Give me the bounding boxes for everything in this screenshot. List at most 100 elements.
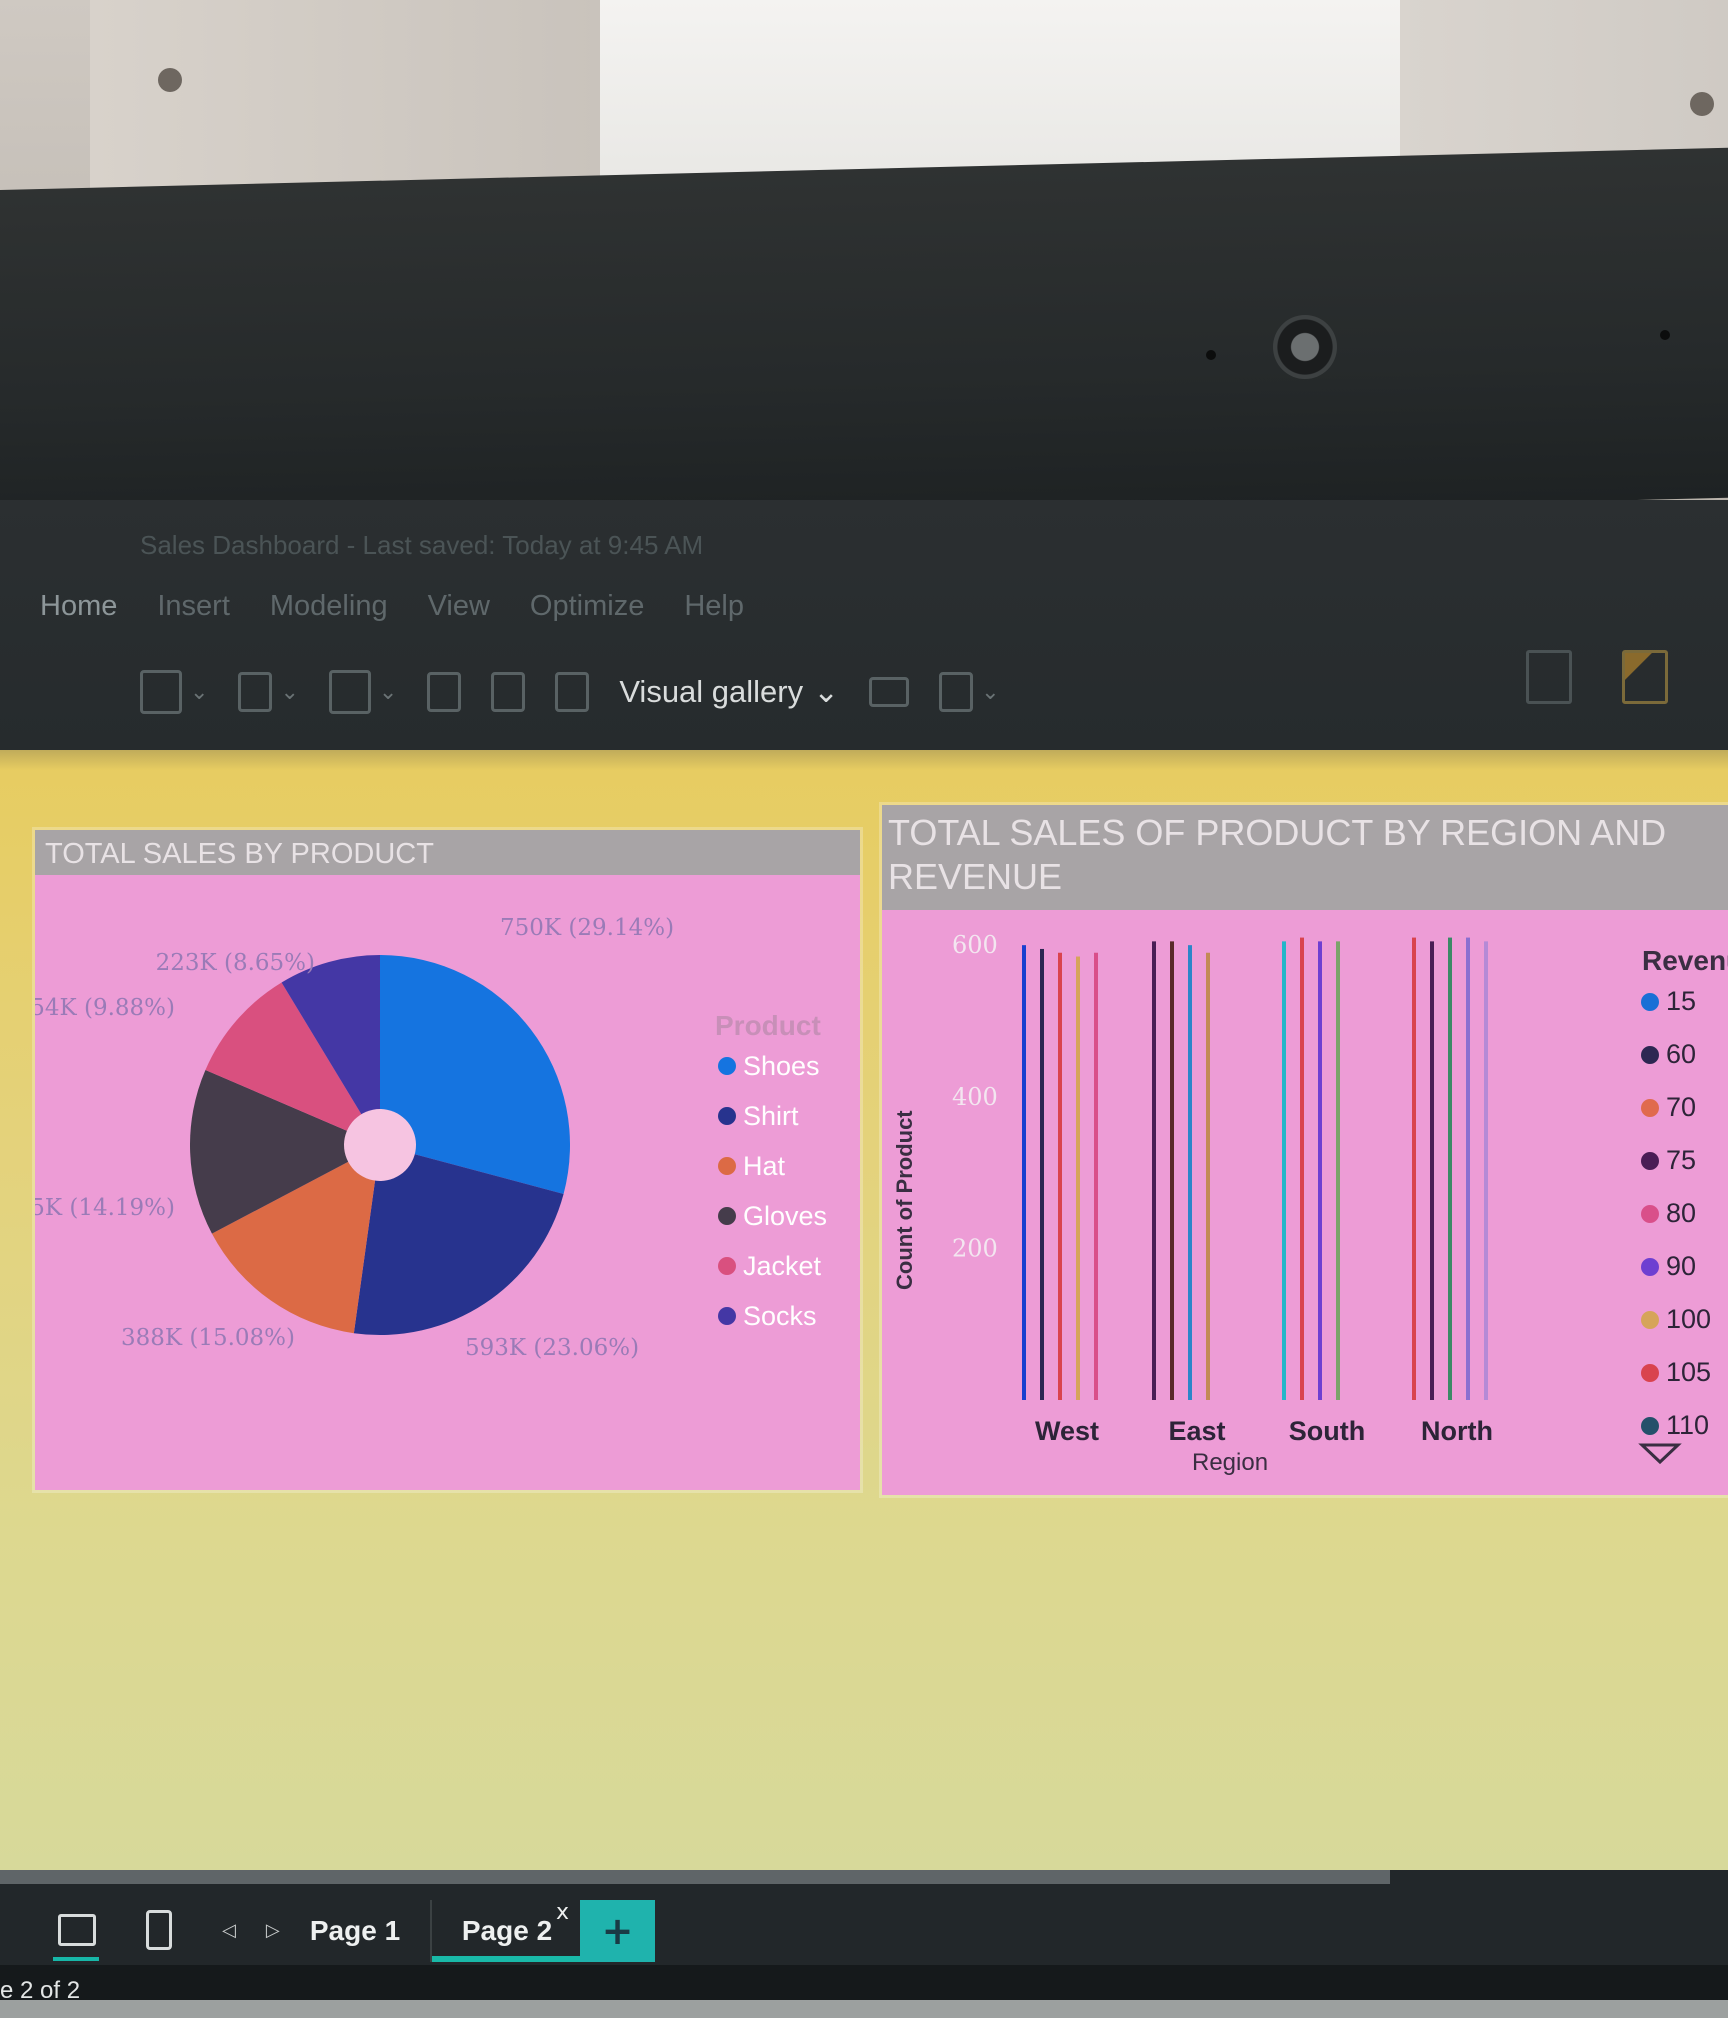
bar-east (1170, 941, 1174, 1400)
bar-legend-item: 105 (1666, 1357, 1711, 1387)
pie-data-label: 223K (8.65%) (156, 950, 315, 976)
x-axis-title: Region (1192, 1449, 1268, 1476)
app-window: Sales Dashboard - Last saved: Today at 9… (0, 500, 1728, 2018)
pie-visual-title: TOTAL SALES BY PRODUCT (35, 830, 860, 875)
camera-sensor-dot (1660, 330, 1670, 340)
active-tab-indicator (432, 1956, 582, 1962)
ribbon: Sales Dashboard - Last saved: Today at 9… (0, 500, 1728, 750)
previous-page-icon[interactable]: ◁ (222, 1920, 236, 1941)
textbox-icon[interactable] (869, 677, 910, 707)
bar-legend-item: 60 (1666, 1039, 1696, 1069)
pie-data-label: 254K (9.88%) (35, 995, 175, 1021)
bar-west (1076, 956, 1080, 1400)
menu-home[interactable]: Home (40, 590, 117, 623)
bar-visual-title-line2: REVENUE (888, 856, 1063, 897)
y-axis-title: Count of Product (892, 1110, 917, 1290)
pie-data-label: 365K (14.19%) (35, 1195, 175, 1221)
document-title: Sales Dashboard - Last saved: Today at 9… (140, 530, 704, 560)
file-icon[interactable] (238, 672, 273, 712)
y-tick-label: 600 (952, 931, 998, 959)
horizontal-scrollbar[interactable] (0, 1870, 1390, 1884)
bar-legend-item: 100 (1666, 1304, 1711, 1334)
legend-marker (718, 1307, 736, 1325)
bar-legend-item: 90 (1666, 1251, 1696, 1281)
bar-north (1466, 937, 1470, 1400)
bar-north (1484, 941, 1488, 1400)
bar-visual-title-line1: TOTAL SALES OF PRODUCT BY REGION AND (888, 812, 1667, 853)
bar-legend-item: 70 (1666, 1092, 1696, 1122)
desktop-view-icon[interactable] (53, 1914, 99, 1961)
legend-marker (1641, 1099, 1659, 1117)
bar-legend-title: Revenue (1642, 945, 1728, 976)
bar-east (1206, 952, 1210, 1400)
pie-legend-item: Shirt (743, 1101, 799, 1131)
bar-north (1412, 937, 1416, 1400)
legend-marker (1641, 1046, 1659, 1064)
filter-funnel-icon[interactable] (1638, 1443, 1682, 1465)
menu-bar: Home Insert Modeling View Optimize Help (40, 590, 744, 623)
new-measure-icon[interactable] (555, 672, 590, 712)
x-tick-label: West (1035, 1416, 1099, 1446)
menu-modeling[interactable]: Modeling (270, 590, 388, 623)
bar-visual-title: TOTAL SALES OF PRODUCT BY REGION AND REV… (882, 805, 1728, 910)
menu-insert[interactable]: Insert (157, 590, 230, 623)
pie-legend-item: Socks (743, 1301, 817, 1331)
bar-legend-item: 110 (1666, 1410, 1709, 1440)
table-icon[interactable] (328, 670, 371, 714)
legend-marker (1641, 993, 1659, 1011)
legend-marker (718, 1207, 736, 1225)
webcam (1273, 315, 1337, 379)
camera-sensor-dot (1206, 350, 1216, 360)
wall-screw (1690, 92, 1714, 116)
bar-east (1188, 945, 1192, 1400)
chevron-down-icon[interactable]: ⌄ (280, 680, 298, 705)
bar-south (1282, 941, 1286, 1400)
pie-legend-title: Product (715, 1010, 821, 1041)
bar-chart[interactable]: 200 400 600 West East South North 15 60 70 75 80 90… (882, 910, 1728, 1495)
legend-marker (718, 1157, 736, 1175)
bar-west (1094, 952, 1098, 1400)
publish-icon[interactable] (1622, 650, 1668, 704)
new-visual-icon[interactable] (491, 672, 526, 712)
menu-view[interactable]: View (428, 590, 490, 623)
legend-marker (1641, 1152, 1659, 1170)
pie-data-label: 750K (29.14%) (500, 915, 674, 941)
bar-south (1300, 937, 1304, 1400)
ribbon-right-icons (1526, 650, 1668, 704)
bar-legend-item: 80 (1666, 1198, 1696, 1228)
legend-marker (718, 1257, 736, 1275)
wall-screw (158, 68, 182, 92)
pie-chart[interactable]: 750K (29.14%) 593K (23.06%) 388K (15.08%) 3… (35, 875, 860, 1490)
next-page-icon[interactable]: ▷ (266, 1920, 280, 1941)
share-icon[interactable] (939, 672, 974, 712)
desk-surface (0, 2000, 1728, 2018)
menu-optimize[interactable]: Optimize (530, 590, 644, 623)
legend-marker (1641, 1258, 1659, 1276)
pie-visual-card[interactable]: TOTAL SALES BY PRODUCT 750K (29.14%) 593K… (35, 830, 860, 1490)
bar-legend-item: 15 (1666, 986, 1696, 1016)
refresh-icon[interactable] (427, 672, 462, 712)
get-data-icon[interactable] (140, 670, 182, 714)
pie-donut-hole (344, 1109, 416, 1181)
mobile-view-icon[interactable] (146, 1910, 172, 1950)
visual-gallery-button[interactable]: Visual gallery ⌄ (619, 674, 839, 710)
pie-legend-item: Jacket (743, 1251, 822, 1281)
tab-page-2-label: Page 2 (461, 1915, 553, 1946)
tab-page-1[interactable]: Page 1 (280, 1900, 432, 1962)
bar-visual-card[interactable]: TOTAL SALES OF PRODUCT BY REGION AND REV… (882, 805, 1728, 1495)
bar-south (1318, 941, 1322, 1400)
calculator-icon[interactable] (1526, 650, 1572, 704)
pie-data-label: 593K (23.06%) (465, 1335, 639, 1361)
window-light (600, 0, 1400, 180)
close-tab-icon[interactable]: x (556, 1900, 569, 1925)
chevron-down-icon[interactable]: ⌄ (981, 680, 999, 705)
legend-marker (1641, 1364, 1659, 1382)
bar-north (1430, 941, 1434, 1400)
add-page-button[interactable]: + (580, 1900, 655, 1962)
bar-west (1022, 945, 1026, 1400)
pie-legend-item: Gloves (743, 1201, 827, 1231)
chevron-down-icon[interactable]: ⌄ (379, 680, 397, 705)
view-switcher: ◁ ▷ (53, 1910, 280, 1961)
chevron-down-icon[interactable]: ⌄ (190, 680, 208, 705)
menu-help[interactable]: Help (684, 590, 744, 623)
